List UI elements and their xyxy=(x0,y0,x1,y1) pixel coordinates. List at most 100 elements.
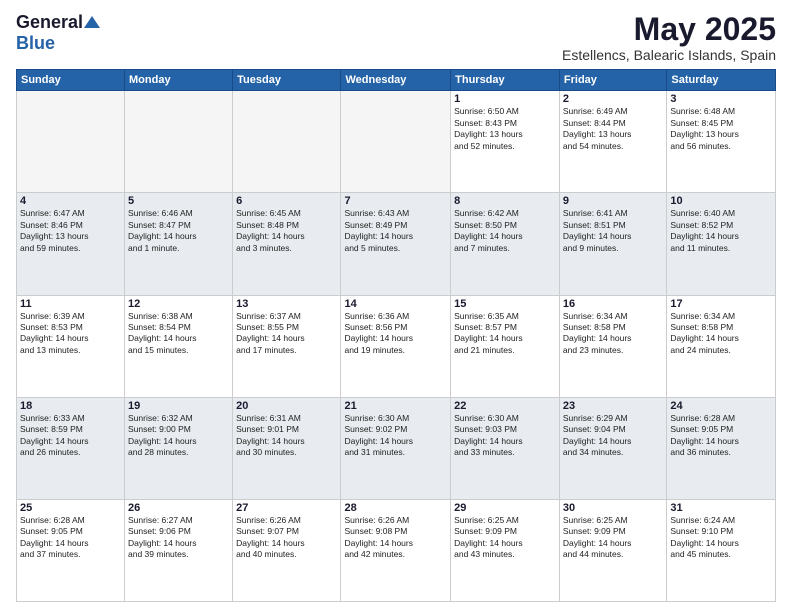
day-number: 14 xyxy=(344,298,447,310)
cell-info: Sunrise: 6:28 AM Sunset: 9:05 PM Dayligh… xyxy=(20,515,121,561)
logo-blue-text: Blue xyxy=(16,33,55,53)
cell-info: Sunrise: 6:38 AM Sunset: 8:54 PM Dayligh… xyxy=(128,311,229,357)
day-number: 19 xyxy=(128,400,229,412)
logo-general-text: General xyxy=(16,12,83,33)
calendar-cell: 18Sunrise: 6:33 AM Sunset: 8:59 PM Dayli… xyxy=(17,397,125,499)
calendar-cell: 9Sunrise: 6:41 AM Sunset: 8:51 PM Daylig… xyxy=(559,193,666,295)
day-number: 20 xyxy=(236,400,337,412)
day-number: 7 xyxy=(344,195,447,207)
col-header-sunday: Sunday xyxy=(17,70,125,91)
calendar-cell: 24Sunrise: 6:28 AM Sunset: 9:05 PM Dayli… xyxy=(667,397,776,499)
logo: General Blue xyxy=(16,12,100,54)
day-number: 25 xyxy=(20,502,121,514)
cell-info: Sunrise: 6:29 AM Sunset: 9:04 PM Dayligh… xyxy=(563,413,663,459)
cell-info: Sunrise: 6:30 AM Sunset: 9:03 PM Dayligh… xyxy=(454,413,556,459)
week-row-2: 4Sunrise: 6:47 AM Sunset: 8:46 PM Daylig… xyxy=(17,193,776,295)
calendar-cell: 11Sunrise: 6:39 AM Sunset: 8:53 PM Dayli… xyxy=(17,295,125,397)
cell-info: Sunrise: 6:27 AM Sunset: 9:06 PM Dayligh… xyxy=(128,515,229,561)
calendar-cell: 3Sunrise: 6:48 AM Sunset: 8:45 PM Daylig… xyxy=(667,91,776,193)
day-number: 1 xyxy=(454,93,556,105)
calendar-cell: 27Sunrise: 6:26 AM Sunset: 9:07 PM Dayli… xyxy=(233,499,341,601)
day-number: 26 xyxy=(128,502,229,514)
cell-info: Sunrise: 6:39 AM Sunset: 8:53 PM Dayligh… xyxy=(20,311,121,357)
col-header-friday: Friday xyxy=(559,70,666,91)
cell-info: Sunrise: 6:37 AM Sunset: 8:55 PM Dayligh… xyxy=(236,311,337,357)
calendar-cell: 31Sunrise: 6:24 AM Sunset: 9:10 PM Dayli… xyxy=(667,499,776,601)
calendar-cell: 5Sunrise: 6:46 AM Sunset: 8:47 PM Daylig… xyxy=(125,193,233,295)
col-header-saturday: Saturday xyxy=(667,70,776,91)
calendar-cell: 19Sunrise: 6:32 AM Sunset: 9:00 PM Dayli… xyxy=(125,397,233,499)
calendar-cell: 2Sunrise: 6:49 AM Sunset: 8:44 PM Daylig… xyxy=(559,91,666,193)
day-number: 18 xyxy=(20,400,121,412)
calendar-cell: 12Sunrise: 6:38 AM Sunset: 8:54 PM Dayli… xyxy=(125,295,233,397)
cell-info: Sunrise: 6:48 AM Sunset: 8:45 PM Dayligh… xyxy=(670,106,772,152)
calendar-cell xyxy=(341,91,451,193)
calendar-cell xyxy=(125,91,233,193)
day-number: 15 xyxy=(454,298,556,310)
day-number: 11 xyxy=(20,298,121,310)
day-number: 8 xyxy=(454,195,556,207)
week-row-3: 11Sunrise: 6:39 AM Sunset: 8:53 PM Dayli… xyxy=(17,295,776,397)
week-row-5: 25Sunrise: 6:28 AM Sunset: 9:05 PM Dayli… xyxy=(17,499,776,601)
day-number: 22 xyxy=(454,400,556,412)
cell-info: Sunrise: 6:30 AM Sunset: 9:02 PM Dayligh… xyxy=(344,413,447,459)
cell-info: Sunrise: 6:40 AM Sunset: 8:52 PM Dayligh… xyxy=(670,208,772,254)
day-number: 9 xyxy=(563,195,663,207)
day-number: 29 xyxy=(454,502,556,514)
title-area: May 2025 Estellencs, Balearic Islands, S… xyxy=(562,12,776,63)
calendar-cell: 10Sunrise: 6:40 AM Sunset: 8:52 PM Dayli… xyxy=(667,193,776,295)
cell-info: Sunrise: 6:25 AM Sunset: 9:09 PM Dayligh… xyxy=(454,515,556,561)
cell-info: Sunrise: 6:32 AM Sunset: 9:00 PM Dayligh… xyxy=(128,413,229,459)
calendar-cell: 22Sunrise: 6:30 AM Sunset: 9:03 PM Dayli… xyxy=(451,397,560,499)
week-row-4: 18Sunrise: 6:33 AM Sunset: 8:59 PM Dayli… xyxy=(17,397,776,499)
day-number: 30 xyxy=(563,502,663,514)
header: General Blue May 2025 Estellencs, Balear… xyxy=(16,12,776,63)
cell-info: Sunrise: 6:43 AM Sunset: 8:49 PM Dayligh… xyxy=(344,208,447,254)
calendar-cell: 4Sunrise: 6:47 AM Sunset: 8:46 PM Daylig… xyxy=(17,193,125,295)
calendar-table: SundayMondayTuesdayWednesdayThursdayFrid… xyxy=(16,69,776,602)
location: Estellencs, Balearic Islands, Spain xyxy=(562,47,776,63)
calendar-cell: 8Sunrise: 6:42 AM Sunset: 8:50 PM Daylig… xyxy=(451,193,560,295)
cell-info: Sunrise: 6:35 AM Sunset: 8:57 PM Dayligh… xyxy=(454,311,556,357)
col-header-wednesday: Wednesday xyxy=(341,70,451,91)
day-number: 27 xyxy=(236,502,337,514)
cell-info: Sunrise: 6:42 AM Sunset: 8:50 PM Dayligh… xyxy=(454,208,556,254)
month-title: May 2025 xyxy=(562,12,776,47)
day-number: 6 xyxy=(236,195,337,207)
calendar-cell: 16Sunrise: 6:34 AM Sunset: 8:58 PM Dayli… xyxy=(559,295,666,397)
cell-info: Sunrise: 6:24 AM Sunset: 9:10 PM Dayligh… xyxy=(670,515,772,561)
day-number: 28 xyxy=(344,502,447,514)
day-number: 10 xyxy=(670,195,772,207)
week-row-1: 1Sunrise: 6:50 AM Sunset: 8:43 PM Daylig… xyxy=(17,91,776,193)
calendar-cell xyxy=(233,91,341,193)
calendar-cell: 25Sunrise: 6:28 AM Sunset: 9:05 PM Dayli… xyxy=(17,499,125,601)
cell-info: Sunrise: 6:49 AM Sunset: 8:44 PM Dayligh… xyxy=(563,106,663,152)
cell-info: Sunrise: 6:46 AM Sunset: 8:47 PM Dayligh… xyxy=(128,208,229,254)
calendar-cell: 21Sunrise: 6:30 AM Sunset: 9:02 PM Dayli… xyxy=(341,397,451,499)
day-number: 3 xyxy=(670,93,772,105)
calendar-cell: 20Sunrise: 6:31 AM Sunset: 9:01 PM Dayli… xyxy=(233,397,341,499)
day-number: 5 xyxy=(128,195,229,207)
cell-info: Sunrise: 6:31 AM Sunset: 9:01 PM Dayligh… xyxy=(236,413,337,459)
cell-info: Sunrise: 6:26 AM Sunset: 9:07 PM Dayligh… xyxy=(236,515,337,561)
day-number: 4 xyxy=(20,195,121,207)
calendar-cell: 23Sunrise: 6:29 AM Sunset: 9:04 PM Dayli… xyxy=(559,397,666,499)
day-number: 31 xyxy=(670,502,772,514)
day-number: 23 xyxy=(563,400,663,412)
day-number: 13 xyxy=(236,298,337,310)
day-number: 17 xyxy=(670,298,772,310)
calendar-cell: 17Sunrise: 6:34 AM Sunset: 8:58 PM Dayli… xyxy=(667,295,776,397)
calendar-cell: 29Sunrise: 6:25 AM Sunset: 9:09 PM Dayli… xyxy=(451,499,560,601)
calendar-cell: 28Sunrise: 6:26 AM Sunset: 9:08 PM Dayli… xyxy=(341,499,451,601)
day-number: 24 xyxy=(670,400,772,412)
calendar-cell: 6Sunrise: 6:45 AM Sunset: 8:48 PM Daylig… xyxy=(233,193,341,295)
logo-triangle-icon xyxy=(84,14,100,30)
day-number: 12 xyxy=(128,298,229,310)
cell-info: Sunrise: 6:34 AM Sunset: 8:58 PM Dayligh… xyxy=(670,311,772,357)
calendar-cell: 14Sunrise: 6:36 AM Sunset: 8:56 PM Dayli… xyxy=(341,295,451,397)
day-number: 2 xyxy=(563,93,663,105)
cell-info: Sunrise: 6:50 AM Sunset: 8:43 PM Dayligh… xyxy=(454,106,556,152)
cell-info: Sunrise: 6:28 AM Sunset: 9:05 PM Dayligh… xyxy=(670,413,772,459)
calendar-cell: 15Sunrise: 6:35 AM Sunset: 8:57 PM Dayli… xyxy=(451,295,560,397)
calendar-cell: 13Sunrise: 6:37 AM Sunset: 8:55 PM Dayli… xyxy=(233,295,341,397)
